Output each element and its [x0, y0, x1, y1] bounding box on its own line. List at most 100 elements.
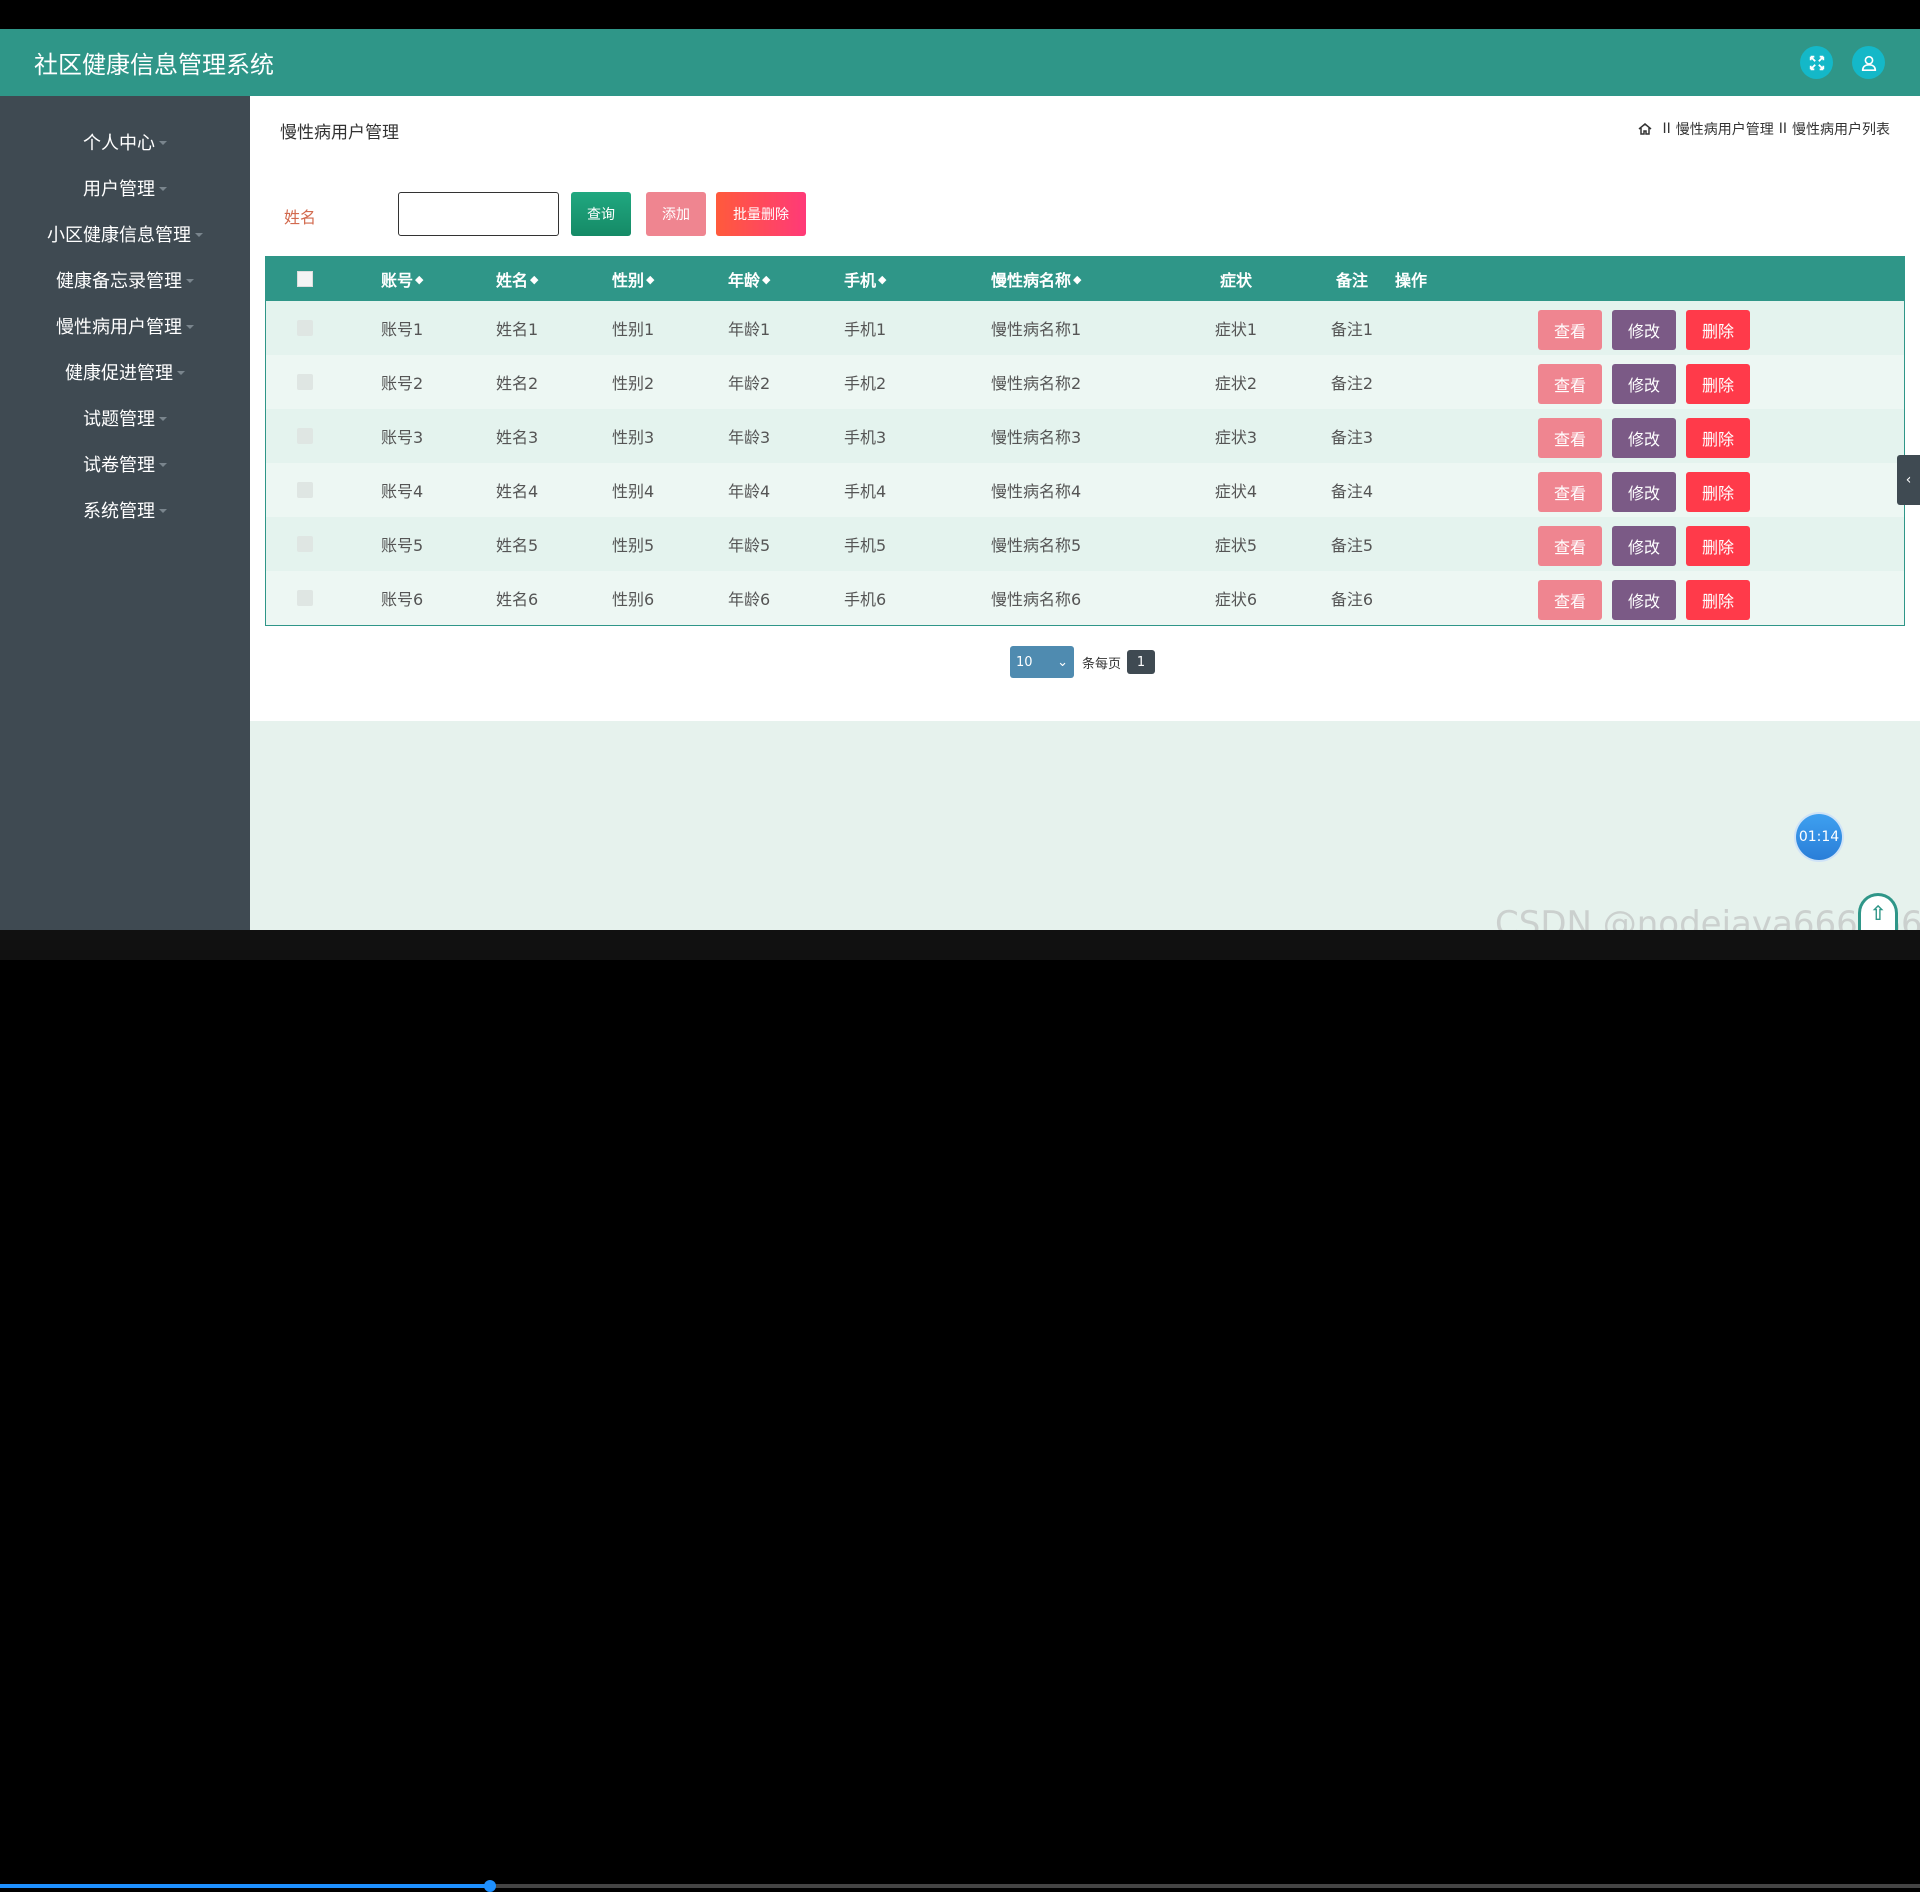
- table-cell: 年龄3: [728, 428, 771, 447]
- view-button[interactable]: 查看: [1538, 364, 1602, 404]
- table-cell: 备注4: [1330, 482, 1374, 501]
- sidebar-item[interactable]: 试题管理: [0, 395, 250, 441]
- table-cell: 账号1: [381, 320, 424, 339]
- edit-button[interactable]: 修改: [1612, 364, 1676, 404]
- sort-icon[interactable]: ◆: [1073, 273, 1081, 286]
- delete-button[interactable]: 删除: [1686, 580, 1750, 620]
- table-row: 账号6 姓名6 性别6 年龄6 手机6 慢性病名称6 症状6 备注6 查看 修改 删除: [266, 571, 1904, 625]
- sidebar-item[interactable]: 健康促进管理: [0, 349, 250, 395]
- page-size-label: 条每页: [1082, 656, 1122, 672]
- delete-button[interactable]: 删除: [1686, 310, 1750, 350]
- sidebar-item[interactable]: 健康备忘录管理: [0, 257, 250, 303]
- row-checkbox[interactable]: [297, 482, 313, 498]
- table-cell: 手机2: [844, 374, 887, 393]
- sidebar-item[interactable]: 用户管理: [0, 165, 250, 211]
- table-cell: 性别1: [612, 320, 655, 339]
- table-cell: 慢性病名称2: [991, 374, 1082, 393]
- column-header[interactable]: 年龄 ◆: [728, 257, 770, 301]
- column-header-label: 账号: [381, 271, 414, 290]
- breadcrumb-separator: II: [1662, 121, 1671, 137]
- select-all-checkbox[interactable]: [297, 271, 313, 287]
- breadcrumb-item: 慢性病用户列表: [1792, 122, 1890, 138]
- column-header[interactable]: 账号 ◆: [381, 257, 423, 301]
- sidebar-item[interactable]: 慢性病用户管理: [0, 303, 250, 349]
- table-cell: 性别2: [612, 374, 655, 393]
- delete-button[interactable]: 删除: [1686, 526, 1750, 566]
- batch-delete-button[interactable]: 批量删除: [716, 192, 806, 236]
- add-button[interactable]: 添加: [646, 192, 706, 236]
- view-button[interactable]: 查看: [1538, 580, 1602, 620]
- table-cell: 慢性病名称1: [991, 320, 1082, 339]
- column-header[interactable]: 慢性病名称 ◆: [991, 257, 1081, 301]
- table-row: 账号4 姓名4 性别4 年龄4 手机4 慢性病名称4 症状4 备注4 查看 修改 删除: [266, 463, 1904, 517]
- sidebar-item[interactable]: 小区健康信息管理: [0, 211, 250, 257]
- row-checkbox[interactable]: [297, 374, 313, 390]
- collapse-panel-button[interactable]: ‹: [1897, 455, 1920, 505]
- delete-button[interactable]: 删除: [1686, 472, 1750, 512]
- page-size-select[interactable]: 10 ⌄: [1010, 646, 1074, 678]
- row-checkbox[interactable]: [297, 590, 313, 606]
- edit-button[interactable]: 修改: [1612, 526, 1676, 566]
- row-checkbox[interactable]: [297, 428, 313, 444]
- column-header-label: 备注: [1335, 271, 1368, 290]
- view-button[interactable]: 查看: [1538, 526, 1602, 566]
- sidebar-item[interactable]: 个人中心: [0, 119, 250, 165]
- query-button[interactable]: 查询: [571, 192, 631, 236]
- table-cell: 备注2: [1330, 374, 1374, 393]
- view-button[interactable]: 查看: [1538, 472, 1602, 512]
- sort-icon[interactable]: ◆: [762, 273, 770, 286]
- video-progress-handle[interactable]: [483, 1880, 496, 1892]
- sidebar-item-label: 试卷管理: [83, 455, 155, 476]
- sidebar-item[interactable]: 系统管理: [0, 487, 250, 533]
- home-icon[interactable]: [1637, 121, 1653, 137]
- sort-icon[interactable]: ◆: [646, 273, 654, 286]
- edit-button[interactable]: 修改: [1612, 418, 1676, 458]
- back-to-top-button[interactable]: ⇧: [1858, 893, 1898, 930]
- row-checkbox-cell: [297, 571, 313, 625]
- column-header-label: 姓名: [496, 271, 529, 290]
- caret-down-icon: [159, 141, 167, 145]
- page-title: 慢性病用户管理: [280, 123, 399, 143]
- table-cell: 年龄5: [728, 536, 771, 555]
- column-header-label: 症状: [1219, 271, 1252, 290]
- sidebar-item[interactable]: 试卷管理: [0, 441, 250, 487]
- user-icon[interactable]: [1852, 46, 1885, 79]
- edit-button[interactable]: 修改: [1612, 580, 1676, 620]
- delete-button[interactable]: 删除: [1686, 418, 1750, 458]
- row-checkbox-cell: [297, 355, 313, 409]
- table-cell: 备注3: [1330, 428, 1374, 447]
- breadcrumb-item[interactable]: 慢性病用户管理: [1676, 119, 1774, 139]
- view-button[interactable]: 查看: [1538, 418, 1602, 458]
- table-cell: 姓名3: [496, 428, 539, 447]
- table-cell: 症状1: [1214, 320, 1258, 339]
- column-header-label: 年龄: [728, 271, 761, 290]
- edit-button[interactable]: 修改: [1612, 472, 1676, 512]
- name-search-input[interactable]: [398, 192, 559, 236]
- video-progress-track[interactable]: [0, 1880, 1920, 1892]
- timer-badge: 01:14: [1796, 814, 1842, 860]
- sort-icon[interactable]: ◆: [878, 273, 886, 286]
- table-cell: 症状6: [1214, 590, 1258, 609]
- table-cell: 性别5: [612, 536, 655, 555]
- table-cell: 备注1: [1330, 320, 1374, 339]
- sort-icon[interactable]: ◆: [530, 273, 538, 286]
- row-checkbox[interactable]: [297, 536, 313, 552]
- table-cell: 姓名4: [496, 482, 539, 501]
- delete-button[interactable]: 删除: [1686, 364, 1750, 404]
- table-row: 账号5 姓名5 性别5 年龄5 手机5 慢性病名称5 症状5 备注5 查看 修改 删除: [266, 517, 1904, 571]
- row-checkbox[interactable]: [297, 320, 313, 336]
- sort-icon[interactable]: ◆: [415, 273, 423, 286]
- arrow-up-icon: ⇧: [1869, 901, 1887, 925]
- table-row: 账号2 姓名2 性别2 年龄2 手机2 慢性病名称2 症状2 备注2 查看 修改 删除: [266, 355, 1904, 409]
- column-header[interactable]: 姓名 ◆: [496, 257, 538, 301]
- column-header[interactable]: 手机 ◆: [844, 257, 886, 301]
- view-button[interactable]: 查看: [1538, 310, 1602, 350]
- column-header-label: 性别: [612, 271, 645, 290]
- edit-button[interactable]: 修改: [1612, 310, 1676, 350]
- page-number-button[interactable]: 1: [1127, 650, 1156, 674]
- sidebar-item-label: 健康促进管理: [65, 363, 173, 384]
- sidebar-item-label: 系统管理: [83, 501, 155, 522]
- table-cell: 症状4: [1214, 482, 1258, 501]
- fullscreen-icon[interactable]: [1800, 46, 1833, 79]
- column-header[interactable]: 性别 ◆: [612, 257, 654, 301]
